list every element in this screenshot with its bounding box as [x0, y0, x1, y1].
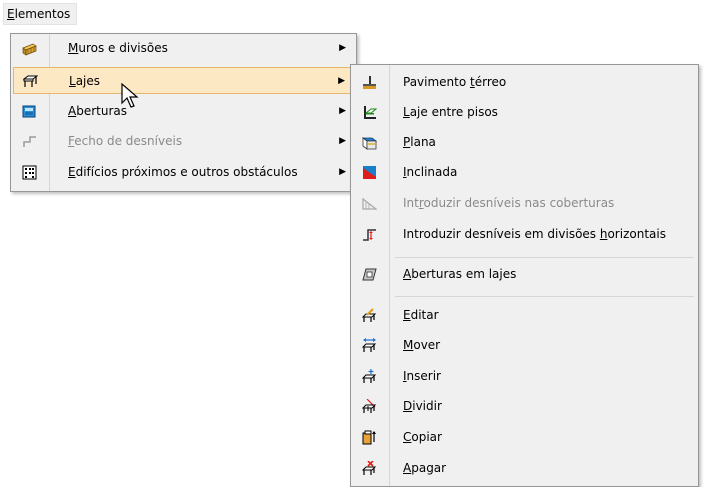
slab-opening-icon — [362, 268, 377, 281]
delete-icon — [362, 461, 377, 475]
submenu-item-laje-entre-pisos[interactable]: Laje entre pisos — [353, 99, 696, 126]
menu-elementos-label: lementos — [14, 7, 71, 21]
menu-item-lajes[interactable]: Lajes ▶ — [13, 67, 354, 94]
submenu-item-inclinada[interactable]: Inclinada — [353, 159, 696, 186]
menu-item-label: Laje entre pisos — [403, 105, 498, 119]
lajes-submenu: Pavimento térreo Laje entre pisos Plana … — [350, 64, 699, 487]
menu-elementos-mnemonic: E — [7, 7, 15, 21]
insert-icon — [362, 369, 377, 383]
menu-item-label: Lajes — [69, 74, 101, 88]
submenu-item-pavimento-terreo[interactable]: Pavimento térreo — [353, 69, 696, 96]
submenu-arrow-icon: ▶ — [338, 76, 345, 86]
slab-icon — [23, 75, 38, 87]
flat-roof-icon — [362, 137, 377, 150]
menu-item-label: Editar — [403, 308, 439, 322]
menu-elementos[interactable]: Elementos — [3, 3, 78, 25]
menu-item-label: Edifícios próximos e outros obstáculos — [68, 165, 298, 179]
wall-icon — [22, 43, 37, 56]
menu-item-label: Inserir — [403, 369, 441, 383]
menu-item-label: Mover — [403, 338, 441, 352]
level-closure-icon — [23, 136, 36, 147]
building-icon — [22, 165, 37, 180]
roof-level-icon — [362, 197, 377, 210]
menu-item-label: Pavimento térreo — [403, 75, 507, 89]
menu-item-label: Apagar — [403, 461, 447, 475]
menu-item-label: Fecho de desníveis — [68, 134, 183, 148]
menu-bar: Elementos — [0, 0, 140, 25]
submenu-arrow-icon: ▶ — [339, 43, 346, 53]
menu-item-label: Aberturas — [68, 104, 128, 118]
menu-item-label: Introduzir desníveis nas coberturas — [403, 196, 615, 210]
menu-separator — [395, 257, 694, 258]
elementos-dropdown: Muros e divisões ▶ Lajes ▶ Aberturas ▶ F… — [10, 33, 357, 192]
menu-item-muros[interactable]: Muros e divisões ▶ — [13, 35, 354, 62]
submenu-item-introduzir-desniveis-coberturas[interactable]: Introduzir desníveis nas coberturas — [353, 190, 696, 217]
submenu-item-plana[interactable]: Plana — [353, 129, 696, 156]
menu-item-aberturas[interactable]: Aberturas ▶ — [13, 98, 354, 125]
submenu-item-inserir[interactable]: Inserir — [353, 363, 696, 390]
menu-separator — [395, 296, 694, 297]
move-icon — [362, 338, 377, 352]
submenu-item-apagar[interactable]: Apagar — [353, 455, 696, 482]
copy-icon — [362, 430, 376, 445]
submenu-item-dividir[interactable]: Dividir — [353, 393, 696, 420]
submenu-item-aberturas-lajes[interactable]: Aberturas em lajes — [353, 261, 696, 288]
menu-item-label: Muros e divisões — [68, 41, 168, 55]
menu-item-fecho-desniveis[interactable]: Fecho de desníveis ▶ — [13, 128, 354, 155]
submenu-item-mover[interactable]: Mover — [353, 332, 696, 359]
menu-item-label: Inclinada — [403, 165, 458, 179]
submenu-item-introduzir-desniveis-horizontais[interactable]: Introduzir desníveis em divisões horizon… — [353, 221, 696, 248]
submenu-item-copiar[interactable]: Copiar — [353, 424, 696, 451]
menu-item-label: Dividir — [403, 399, 442, 413]
submenu-arrow-icon: ▶ — [339, 136, 346, 146]
ground-floor-icon — [363, 76, 376, 89]
mouse-cursor-icon — [121, 83, 139, 108]
menu-item-edificios[interactable]: Edifícios próximos e outros obstáculos ▶ — [13, 159, 354, 186]
inclined-roof-icon — [363, 166, 376, 179]
submenu-arrow-icon: ▶ — [339, 106, 346, 116]
menu-item-label: Introduzir desníveis em divisões horizon… — [403, 227, 666, 241]
edit-icon — [362, 308, 377, 322]
menu-item-label: Plana — [403, 135, 436, 149]
submenu-item-editar[interactable]: Editar — [353, 302, 696, 329]
menu-item-label: Aberturas em lajes — [403, 267, 517, 281]
submenu-arrow-icon: ▶ — [339, 167, 346, 177]
horizontal-level-icon — [363, 229, 376, 241]
opening-icon — [22, 105, 36, 118]
interfloor-slab-icon — [364, 106, 377, 119]
menu-item-label: Copiar — [403, 430, 442, 444]
divide-icon — [362, 399, 377, 413]
